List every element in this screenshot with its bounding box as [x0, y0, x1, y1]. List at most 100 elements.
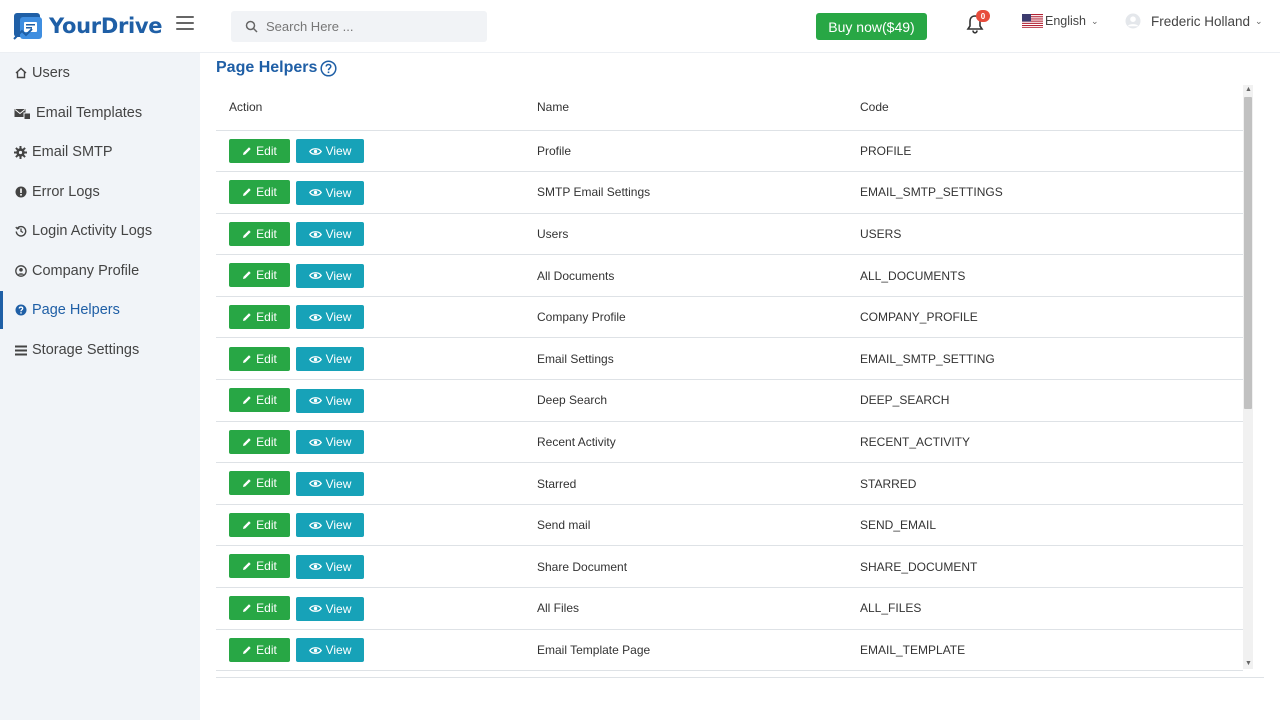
- edit-label: Edit: [256, 517, 277, 532]
- column-header-name[interactable]: Name: [537, 85, 860, 131]
- action-cell: Edit View: [216, 504, 537, 547]
- view-button[interactable]: View: [296, 139, 364, 164]
- code-cell: PROFILE: [860, 130, 1243, 173]
- pencil-icon: [243, 313, 251, 321]
- edit-button[interactable]: Edit: [229, 596, 290, 621]
- view-button[interactable]: View: [296, 554, 364, 579]
- action-cell: Edit View: [216, 171, 537, 214]
- table-row: Edit View Email Template Page EMAIL_TEMPLAT…: [216, 629, 1243, 672]
- buy-now-button[interactable]: Buy now($49): [816, 13, 927, 40]
- edit-button[interactable]: Edit: [229, 512, 290, 537]
- sidebar-item-error-logs[interactable]: Error Logs: [0, 173, 200, 211]
- edit-button[interactable]: Edit: [229, 263, 290, 288]
- code-cell: COMPANY_PROFILE: [860, 296, 1243, 339]
- table-row: Edit View Email Settings EMAIL_SMTP_SETTING: [216, 337, 1243, 381]
- brand[interactable]: YourDrive: [12, 9, 163, 43]
- pencil-icon: [243, 188, 251, 197]
- view-button[interactable]: View: [296, 430, 364, 455]
- menu-toggle-icon[interactable]: [176, 16, 194, 30]
- name-cell: All Files: [537, 587, 860, 630]
- view-button[interactable]: View: [296, 305, 364, 330]
- view-label: View: [325, 268, 352, 283]
- view-button[interactable]: View: [296, 347, 364, 372]
- scroll-down-arrow-icon[interactable]: ▼: [1245, 660, 1252, 668]
- edit-button[interactable]: Edit: [229, 388, 290, 413]
- eye-icon: [308, 230, 322, 238]
- main-content: Page Helpers Action Name Code Edit View Pr…: [200, 53, 1280, 720]
- chevron-down-icon: ⌄: [1255, 15, 1263, 26]
- edit-label: Edit: [256, 434, 277, 449]
- sidebar: Users Email Templates Email SMTP Error L…: [0, 53, 200, 720]
- table-row: Edit View Starred STARRED: [216, 462, 1243, 505]
- sidebar-item-login-activity-logs[interactable]: Login Activity Logs: [0, 212, 200, 250]
- edit-button[interactable]: Edit: [229, 554, 290, 579]
- action-cell: Edit View: [216, 587, 537, 630]
- action-cell: Edit View: [216, 629, 537, 672]
- view-button[interactable]: View: [296, 638, 364, 663]
- action-cell: Edit View: [216, 254, 537, 297]
- search-input[interactable]: [266, 19, 476, 34]
- sidebar-item-storage-settings[interactable]: Storage Settings: [0, 331, 200, 369]
- eye-icon: [308, 438, 322, 446]
- action-cell: Edit View: [216, 462, 537, 505]
- pencil-icon: [243, 354, 251, 363]
- sidebar-item-email-templates[interactable]: Email Templates: [0, 94, 200, 132]
- view-label: View: [325, 393, 352, 408]
- edit-label: Edit: [256, 559, 277, 574]
- name-cell: All Documents: [537, 254, 860, 297]
- scrollbar[interactable]: ▲ ▼: [1243, 85, 1253, 669]
- view-button[interactable]: View: [296, 471, 364, 496]
- edit-label: Edit: [256, 351, 277, 366]
- help-circle-icon[interactable]: [320, 59, 337, 77]
- table-row: Edit View Profile PROFILE: [216, 130, 1243, 173]
- pencil-icon: [243, 521, 251, 529]
- sidebar-item-users[interactable]: Users: [0, 54, 200, 92]
- table-row: Edit View Recent Activity RECENT_ACTIVITY: [216, 421, 1243, 464]
- pencil-icon: [243, 396, 251, 405]
- search-box[interactable]: [231, 11, 487, 42]
- view-button[interactable]: View: [296, 180, 364, 205]
- notification-badge: 0: [976, 10, 990, 22]
- edit-button[interactable]: Edit: [229, 304, 290, 329]
- edit-button[interactable]: Edit: [229, 180, 290, 205]
- action-cell: Edit View: [216, 545, 537, 589]
- code-cell: EMAIL_TEMPLATE: [860, 629, 1243, 672]
- eye-icon: [308, 563, 322, 571]
- edit-button[interactable]: Edit: [229, 346, 290, 371]
- code-cell: EMAIL_SMTP_SETTINGS: [860, 171, 1243, 214]
- code-cell: STARRED: [860, 462, 1243, 505]
- code-cell: RECENT_ACTIVITY: [860, 421, 1243, 464]
- view-button[interactable]: View: [296, 596, 364, 621]
- sidebar-item-company-profile[interactable]: Company Profile: [0, 252, 200, 290]
- table-row: Edit View All Documents ALL_DOCUMENTS: [216, 254, 1243, 297]
- sidebar-item-page-helpers[interactable]: Page Helpers: [0, 291, 200, 329]
- language-selector[interactable]: English ⌄: [1022, 14, 1099, 28]
- edit-button[interactable]: Edit: [229, 138, 290, 163]
- table-row: Edit View Deep Search DEEP_SEARCH: [216, 379, 1243, 422]
- code-cell: EMAIL_SMTP_SETTING: [860, 337, 1243, 381]
- language-label: English: [1045, 14, 1086, 28]
- sidebar-item-email-smtp[interactable]: Email SMTP: [0, 133, 200, 171]
- history-icon: [14, 225, 27, 238]
- user-menu[interactable]: Frederic Holland ⌄: [1125, 13, 1263, 29]
- scrollbar-thumb[interactable]: [1244, 97, 1252, 409]
- column-header-code[interactable]: Code: [860, 85, 1243, 131]
- pencil-icon: [243, 230, 251, 238]
- sidebar-item-label: Company Profile: [32, 263, 140, 279]
- scroll-up-arrow-icon[interactable]: ▲: [1245, 86, 1252, 94]
- column-header-action: Action: [216, 85, 537, 131]
- view-button[interactable]: View: [296, 263, 364, 288]
- name-cell: Starred: [537, 462, 860, 505]
- table-container: Action Name Code Edit View Profile PROFILE E…: [216, 85, 1264, 677]
- edit-button[interactable]: Edit: [229, 471, 290, 496]
- view-button[interactable]: View: [296, 222, 364, 247]
- edit-button[interactable]: Edit: [229, 221, 290, 246]
- eye-icon: [308, 646, 322, 654]
- edit-button[interactable]: Edit: [229, 637, 290, 662]
- edit-button[interactable]: Edit: [229, 429, 290, 454]
- eye-icon: [308, 147, 322, 155]
- view-label: View: [325, 435, 352, 450]
- table-row: Edit View Users USERS: [216, 213, 1243, 256]
- view-button[interactable]: View: [296, 513, 364, 538]
- view-button[interactable]: View: [296, 388, 364, 413]
